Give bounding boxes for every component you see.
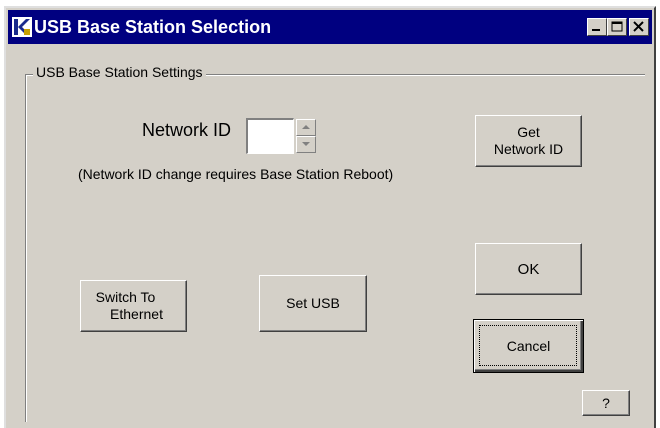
title-bar[interactable]: USB Base Station Selection — [8, 10, 652, 44]
ok-button-label: OK — [517, 260, 540, 278]
switch-to-ethernet-label-line2: Ethernet — [110, 306, 163, 322]
set-usb-button[interactable]: Set USB — [259, 275, 367, 332]
get-network-id-button[interactable]: Get Network ID — [475, 115, 582, 167]
help-button[interactable]: ? — [582, 390, 630, 416]
maximize-icon — [611, 21, 623, 32]
help-button-label: ? — [602, 394, 610, 411]
arrow-up-icon — [302, 125, 310, 129]
k-logo-icon[interactable] — [12, 17, 32, 37]
close-icon — [633, 21, 644, 32]
groupbox-label: USB Base Station Settings — [33, 64, 206, 80]
window-title: USB Base Station Selection — [34, 17, 272, 37]
arrow-down-icon — [302, 142, 310, 146]
network-id-label: Network ID — [142, 120, 232, 140]
minimize-icon — [592, 29, 600, 31]
minimize-button[interactable] — [587, 18, 607, 36]
ok-button[interactable]: OK — [475, 243, 582, 295]
get-network-id-label-line1: Get — [517, 124, 540, 140]
set-usb-button-label: Set USB — [286, 295, 340, 311]
cancel-button[interactable]: Cancel — [473, 319, 584, 373]
focus-rectangle — [479, 325, 577, 366]
network-id-spin-up[interactable] — [296, 119, 316, 136]
get-network-id-label-line2: Network ID — [493, 141, 564, 157]
maximize-button[interactable] — [607, 18, 627, 36]
close-button[interactable] — [629, 18, 649, 36]
network-id-input[interactable] — [246, 118, 294, 154]
switch-to-ethernet-button[interactable]: Switch To Ethernet — [80, 280, 187, 332]
reboot-note: (Network ID change requires Base Station… — [78, 166, 394, 182]
network-id-spin-down[interactable] — [296, 136, 316, 153]
switch-to-ethernet-label-line1: Switch To — [95, 289, 156, 305]
